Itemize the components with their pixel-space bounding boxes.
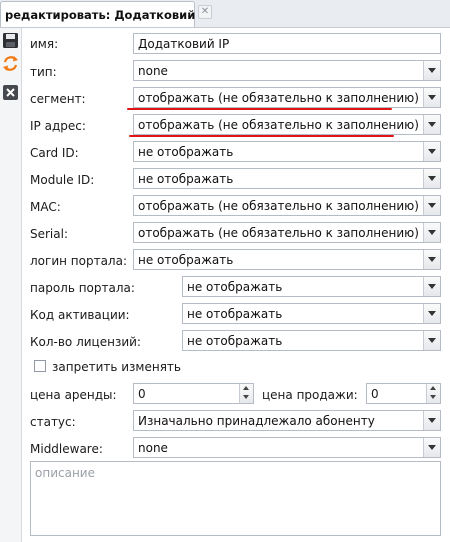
- spinner-icon[interactable]: [239, 384, 253, 403]
- chevron-down-icon[interactable]: [423, 277, 440, 296]
- type-select[interactable]: none: [133, 60, 441, 81]
- serial-label: Serial:: [30, 227, 68, 241]
- ip-select[interactable]: отображать (не обязательно к заполнению): [133, 114, 441, 135]
- rent-price-stepper[interactable]: 0: [133, 383, 254, 404]
- spinner-icon[interactable]: [426, 384, 440, 403]
- serial-value: отображать (не обязательно к заполнению): [138, 226, 419, 240]
- description-textarea[interactable]: описание: [30, 461, 441, 536]
- chevron-down-icon[interactable]: [423, 438, 440, 457]
- chevron-down-icon[interactable]: [423, 250, 440, 269]
- description-placeholder: описание: [35, 466, 95, 480]
- type-value: none: [138, 64, 168, 78]
- chevron-down-icon[interactable]: [423, 304, 440, 323]
- refresh-icon[interactable]: [2, 55, 19, 72]
- portal-password-value: не отображать: [187, 280, 283, 294]
- middleware-select[interactable]: none: [133, 437, 441, 458]
- sale-price-stepper[interactable]: 0: [366, 383, 441, 404]
- name-input[interactable]: Додатковий IP: [133, 33, 441, 54]
- highlight-underline: [129, 135, 394, 137]
- ip-label: IP адрес:: [30, 119, 86, 133]
- card-id-value: не отображать: [138, 145, 234, 159]
- segment-select[interactable]: отображать (не обязательно к заполнению): [133, 87, 441, 108]
- chevron-down-icon[interactable]: [423, 223, 440, 242]
- tab-strip: редактировать: Додатковий IP ✕: [0, 0, 450, 28]
- forbid-change-label: запретить изменять: [52, 360, 181, 374]
- save-icon[interactable]: [2, 32, 19, 49]
- rent-price-value: 0: [138, 387, 146, 401]
- chevron-down-icon[interactable]: [423, 142, 440, 161]
- portal-login-label: логин портала:: [30, 254, 127, 268]
- middleware-label: Middleware:: [30, 442, 103, 456]
- name-value: Додатковий IP: [138, 37, 230, 51]
- activation-code-value: не отображать: [187, 307, 283, 321]
- chevron-down-icon[interactable]: [423, 196, 440, 215]
- license-count-label: Кол-во лицензий:: [30, 335, 141, 349]
- module-id-value: не отображать: [138, 172, 234, 186]
- edit-form: имя: Додатковий IP тип: none сегмент: от…: [21, 28, 450, 542]
- tab-title: редактировать: Додатковий IP: [5, 8, 212, 22]
- chevron-down-icon[interactable]: [423, 115, 440, 134]
- chevron-down-icon[interactable]: [423, 88, 440, 107]
- rent-price-label: цена аренды:: [30, 388, 117, 402]
- activation-code-select[interactable]: не отображать: [182, 303, 441, 324]
- highlight-underline: [127, 108, 392, 110]
- mac-select[interactable]: отображать (не обязательно к заполнению): [133, 195, 441, 216]
- tab-close-icon[interactable]: ✕: [198, 5, 212, 19]
- mac-label: MAC:: [30, 200, 61, 214]
- module-id-label: Module ID:: [30, 173, 95, 187]
- sale-price-label: цена продажи:: [262, 388, 358, 402]
- status-select[interactable]: Изначально принадлежало абоненту: [133, 410, 441, 431]
- segment-value: отображать (не обязательно к заполнению): [138, 91, 419, 105]
- portal-login-select[interactable]: не отображать: [133, 249, 441, 270]
- serial-select[interactable]: отображать (не обязательно к заполнению): [133, 222, 441, 243]
- forbid-change-checkbox[interactable]: [34, 360, 46, 372]
- mac-value: отображать (не обязательно к заполнению): [138, 199, 419, 213]
- chevron-down-icon[interactable]: [423, 411, 440, 430]
- activation-code-label: Код активации:: [30, 308, 130, 322]
- chevron-down-icon[interactable]: [423, 61, 440, 80]
- portal-password-select[interactable]: не отображать: [182, 276, 441, 297]
- name-label: имя:: [30, 37, 59, 51]
- status-value: Изначально принадлежало абоненту: [138, 414, 375, 428]
- ip-value: отображать (не обязательно к заполнению): [138, 118, 419, 132]
- card-id-select[interactable]: не отображать: [133, 141, 441, 162]
- middleware-value: none: [138, 441, 168, 455]
- portal-login-value: не отображать: [138, 253, 234, 267]
- toolbar: [0, 28, 22, 542]
- segment-label: сегмент:: [30, 92, 86, 106]
- type-label: тип:: [30, 65, 57, 79]
- tab-edit[interactable]: редактировать: Додатковий IP: [0, 1, 212, 27]
- status-label: статус:: [30, 415, 76, 429]
- chevron-down-icon[interactable]: [423, 331, 440, 350]
- portal-password-label: пароль портала:: [30, 281, 135, 295]
- license-count-select[interactable]: не отображать: [182, 330, 441, 351]
- sale-price-value: 0: [371, 387, 379, 401]
- license-count-value: не отображать: [187, 334, 283, 348]
- close-icon[interactable]: [2, 84, 19, 101]
- module-id-select[interactable]: не отображать: [133, 168, 441, 189]
- chevron-down-icon[interactable]: [423, 169, 440, 188]
- card-id-label: Card ID:: [30, 146, 79, 160]
